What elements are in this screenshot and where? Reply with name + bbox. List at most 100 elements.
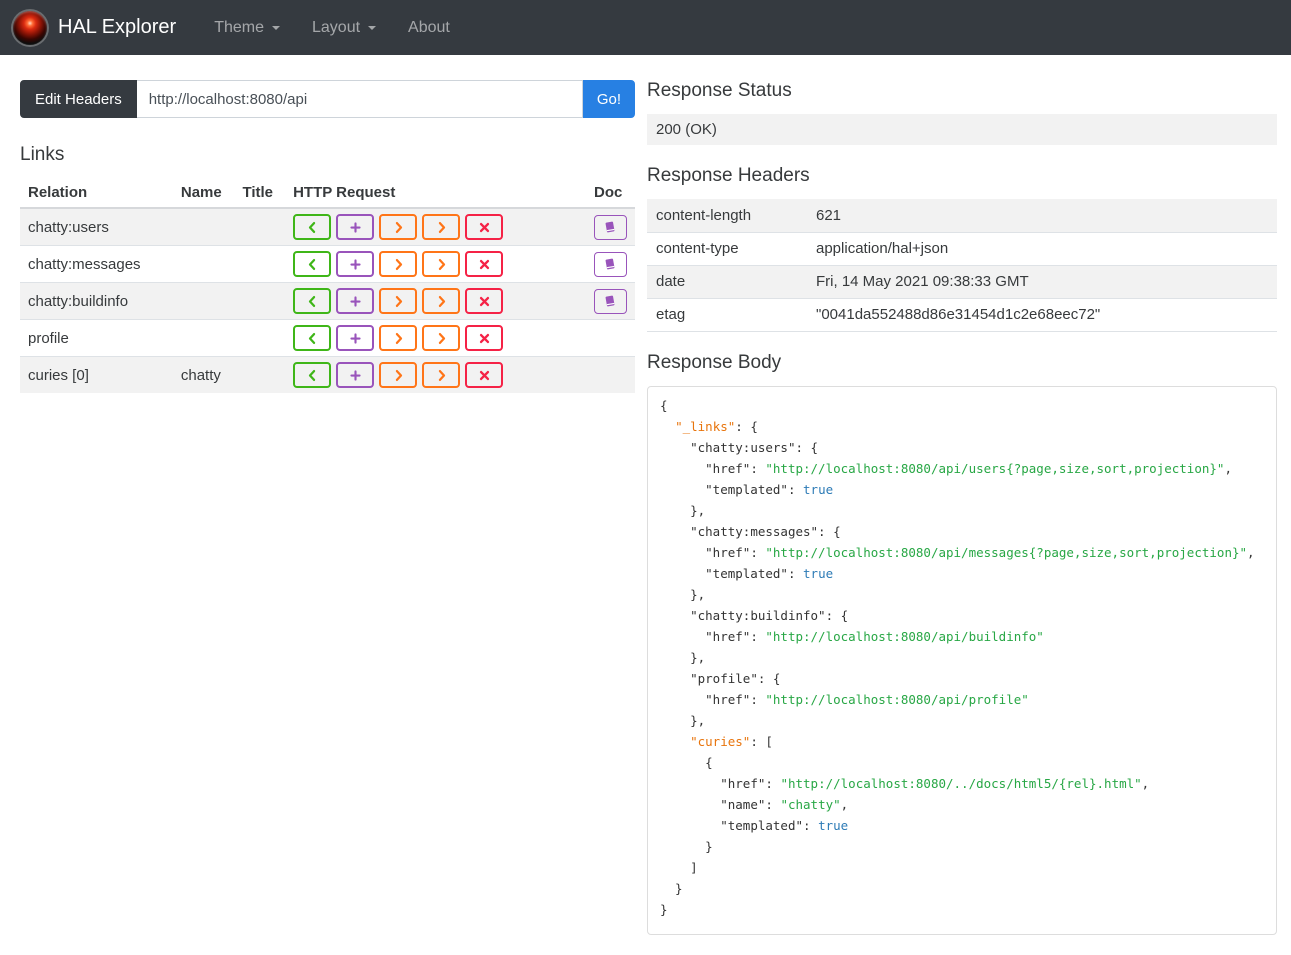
http-request-buttons	[285, 207, 586, 246]
go-button[interactable]: Go!	[582, 80, 635, 118]
get-button[interactable]	[293, 362, 332, 388]
json-line: },	[660, 502, 706, 518]
post-button[interactable]	[336, 214, 375, 240]
x-icon	[479, 333, 489, 343]
table-row: chatty:users	[20, 207, 635, 246]
column-header-doc: Doc	[585, 178, 635, 209]
delete-button[interactable]	[465, 251, 504, 277]
doc-cell	[585, 319, 635, 357]
response-body-title: Response Body	[647, 351, 782, 373]
put-button[interactable]	[379, 288, 418, 314]
table-row: chatty:buildinfo	[20, 282, 635, 320]
put-button[interactable]	[379, 325, 418, 351]
get-button[interactable]	[293, 214, 332, 240]
link-name	[172, 282, 235, 320]
doc-button[interactable]	[593, 288, 627, 314]
post-button[interactable]	[336, 288, 375, 314]
column-header-relation: Relation	[20, 178, 173, 209]
table-row: profile	[20, 319, 635, 357]
post-button[interactable]	[336, 362, 375, 388]
json-line: }	[660, 901, 668, 917]
link-title	[234, 319, 286, 357]
column-header-title: Title	[234, 178, 286, 209]
link-relation: chatty:messages	[20, 245, 173, 283]
http-request-buttons	[285, 356, 586, 393]
json-line: }	[660, 880, 683, 896]
delete-button[interactable]	[465, 362, 504, 388]
put-button[interactable]	[379, 362, 418, 388]
doc-cell	[585, 356, 635, 393]
delete-button[interactable]	[465, 325, 504, 351]
json-line: "chatty:buildinfo": {	[690, 607, 849, 623]
http-request-buttons	[285, 319, 586, 357]
request-and-links-pane: Edit Headers Go! Links RelationNameTitle…	[20, 80, 635, 393]
json-line: "templated": true	[720, 817, 849, 833]
response-pane: Response Status 200 (OK) Response Header…	[647, 80, 1277, 935]
doc-cell	[585, 207, 635, 246]
nav-item-theme[interactable]: Theme	[198, 19, 296, 37]
json-line: "templated": true	[705, 565, 834, 581]
book-icon	[606, 221, 615, 233]
link-name	[172, 207, 235, 246]
json-line: "_links": {	[675, 418, 758, 434]
json-line: "name": "chatty",	[720, 796, 849, 812]
post-button[interactable]	[336, 251, 375, 277]
chevron-left-icon	[308, 332, 315, 344]
link-name	[172, 245, 235, 283]
json-line: "templated": true	[705, 481, 834, 497]
nav-item-about[interactable]: About	[392, 19, 466, 37]
links-table-header: Relation Name Title HTTP Request Doc	[20, 178, 635, 209]
response-headers-table: content-length 621 content-type application…	[647, 199, 1277, 332]
get-button[interactable]	[293, 325, 332, 351]
chevron-right-icon	[395, 221, 402, 233]
link-title	[234, 207, 286, 246]
patch-button[interactable]	[422, 325, 461, 351]
response-header-value: application/hal+json	[807, 231, 1277, 265]
plus-icon	[349, 369, 361, 381]
json-line: {	[660, 397, 668, 413]
json-line: "profile": {	[690, 670, 781, 686]
response-header-row: etag "0041da552488d86e31454d1c2e68eec72"	[647, 297, 1277, 332]
column-header-http-request: HTTP Request	[285, 178, 586, 209]
url-input[interactable]	[136, 80, 583, 118]
delete-button[interactable]	[465, 288, 504, 314]
nav-item-layout[interactable]: Layout	[296, 19, 392, 37]
doc-button[interactable]	[593, 214, 627, 240]
nav-item-label: Layout	[312, 18, 361, 36]
link-title	[234, 282, 286, 320]
chevron-right-icon	[438, 332, 445, 344]
get-button[interactable]	[293, 251, 332, 277]
json-line: ]	[660, 859, 698, 875]
edit-headers-button[interactable]: Edit Headers	[20, 80, 137, 118]
navbar: HAL Explorer Theme Layout About	[0, 0, 1291, 55]
patch-button[interactable]	[422, 288, 461, 314]
post-button[interactable]	[336, 325, 375, 351]
get-button[interactable]	[293, 288, 332, 314]
json-line: "curies": [	[690, 733, 773, 749]
json-line: "href": "http://localhost:8080/api/profi…	[705, 691, 1029, 707]
x-icon	[479, 222, 489, 232]
x-icon	[479, 296, 489, 306]
delete-button[interactable]	[465, 214, 504, 240]
json-line: {	[660, 754, 713, 770]
patch-button[interactable]	[422, 214, 461, 240]
response-body-json: { "_links": { "chatty:users": { "href": …	[647, 385, 1277, 935]
response-header-value: 621	[816, 206, 842, 224]
chevron-right-icon	[395, 258, 402, 270]
nav-item-label: Theme	[214, 18, 264, 36]
link-relation: chatty:users	[20, 207, 173, 246]
put-button[interactable]	[379, 214, 418, 240]
patch-button[interactable]	[422, 251, 461, 277]
link-name	[172, 319, 235, 357]
patch-button[interactable]	[422, 362, 461, 388]
chevron-right-icon	[438, 221, 445, 233]
doc-button[interactable]	[593, 251, 627, 277]
main-content: Edit Headers Go! Links RelationNameTitle…	[0, 55, 1291, 955]
doc-cell	[585, 245, 635, 283]
request-bar: Edit Headers Go!	[20, 80, 635, 118]
put-button[interactable]	[379, 251, 418, 277]
hal-logo-icon	[13, 10, 47, 45]
plus-icon	[349, 332, 361, 344]
brand-title: HAL Explorer	[58, 16, 177, 38]
json-line: },	[660, 712, 706, 728]
